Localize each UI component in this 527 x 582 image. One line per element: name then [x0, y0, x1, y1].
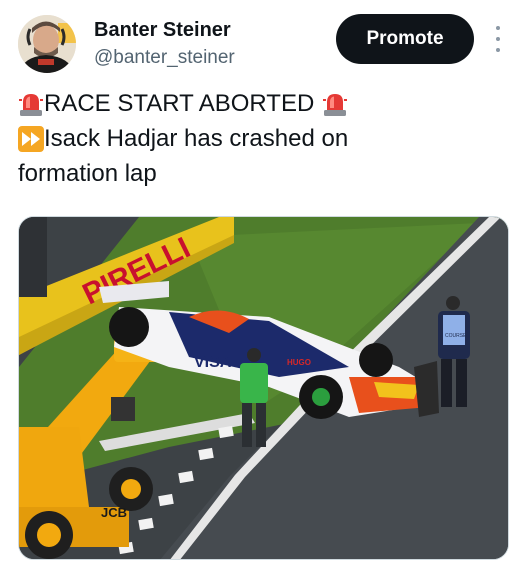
tweet-line-1-text: RACE START ABORTED — [44, 90, 315, 117]
promote-button[interactable]: Promote — [336, 14, 474, 64]
more-vertical-icon[interactable] — [494, 26, 502, 52]
tweet-line-2-text: Isack Hadjar has crashed on — [44, 125, 349, 152]
tweet-text: RACE START ABORTED Isack Hadjar has cras… — [18, 86, 513, 191]
crash-photo: PIRELLI JCB VISA HUGO COURSE — [19, 217, 508, 559]
police-car-light-emoji — [18, 91, 44, 117]
tweet-media-image[interactable]: PIRELLI JCB VISA HUGO COURSE — [18, 216, 509, 560]
avatar[interactable] — [18, 15, 76, 73]
digger-brand-text: JCB — [101, 505, 127, 520]
profile-photo-icon — [18, 15, 76, 73]
handle[interactable]: @banter_steiner — [94, 46, 235, 70]
display-name[interactable]: Banter Steiner — [94, 18, 235, 42]
police-car-light-emoji — [322, 91, 348, 117]
car-logo-text: HUGO — [287, 358, 311, 367]
tweet-header: Banter Steiner @banter_steiner Promote — [18, 14, 518, 76]
tweet-line-3-text: formation lap — [18, 160, 157, 187]
tweet-line-2: Isack Hadjar has crashed on — [18, 121, 513, 156]
more-dot — [496, 26, 500, 30]
tweet-line-3: formation lap — [18, 156, 513, 191]
fast-forward-emoji — [18, 125, 44, 152]
car-sponsor-text: VISA — [194, 354, 232, 371]
more-dot — [496, 48, 500, 52]
author-names: Banter Steiner @banter_steiner — [94, 18, 235, 70]
tweet-line-1: RACE START ABORTED — [18, 86, 513, 121]
marshal-vest-text: COURSE — [445, 333, 467, 339]
more-dot — [496, 37, 500, 41]
